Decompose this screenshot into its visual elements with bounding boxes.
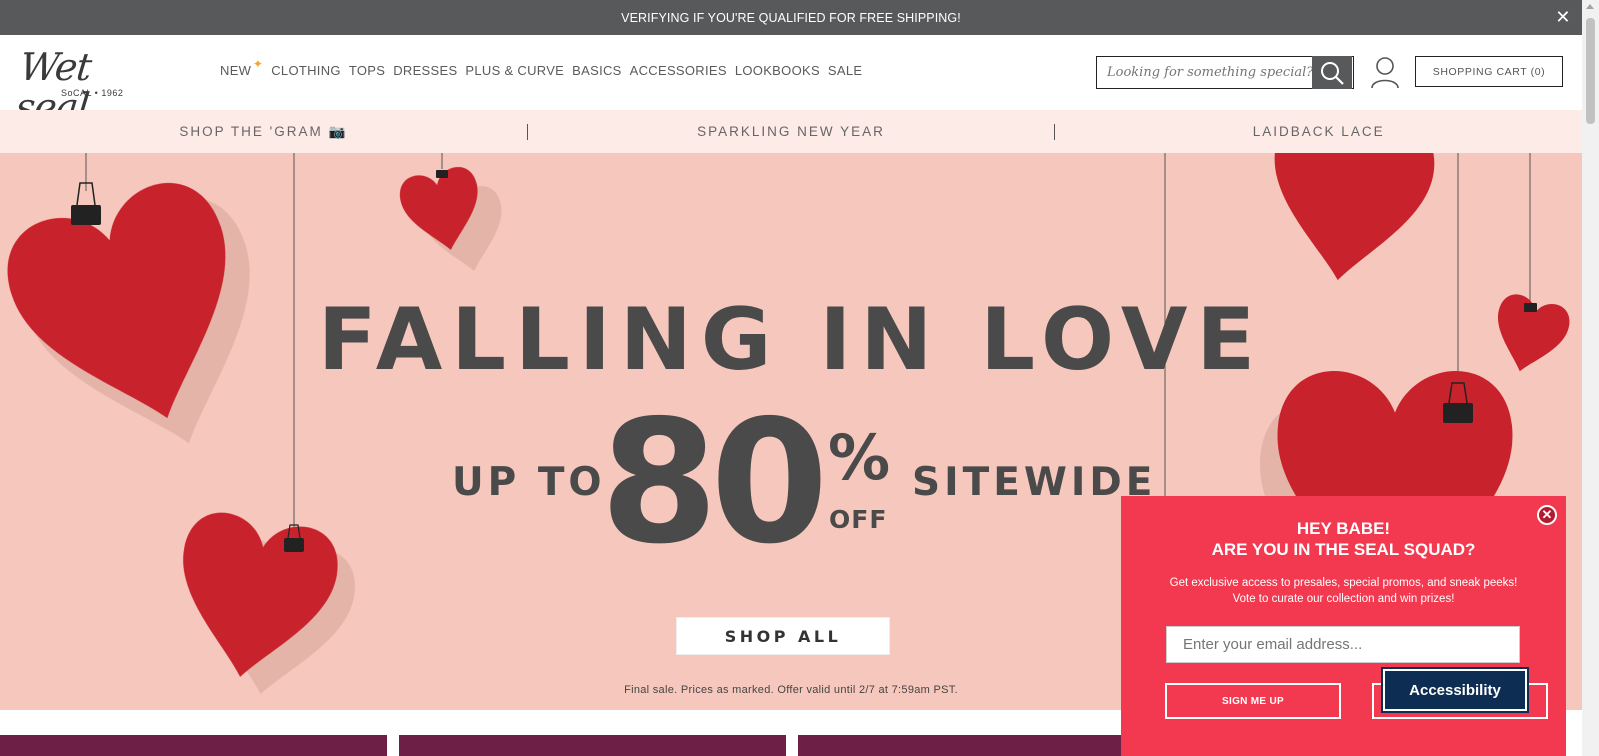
search-input[interactable] (1097, 57, 1312, 88)
hero-percent: % (828, 421, 891, 494)
wet-seal-logo[interactable]: Wet seal SoCAL • 1962 (14, 45, 163, 129)
category-tile[interactable] (798, 735, 1128, 756)
hero-headline: FALLING IN LOVE (317, 290, 1265, 390)
search-box (1096, 56, 1354, 89)
shipping-announcement-bar: VERIFYING IF YOU'RE QUALIFIED FOR FREE S… (0, 0, 1582, 35)
nav-item-basics[interactable]: BASICS (572, 63, 621, 78)
nav-item-label: NEW (220, 63, 252, 78)
account-button[interactable] (1369, 55, 1401, 89)
hero-sitewide: SITEWIDE (912, 460, 1157, 505)
shopping-cart-button[interactable]: SHOPPING CART (0) (1415, 56, 1563, 87)
newsletter-signup-popup: ✕ HEY BABE! ARE YOU IN THE SEAL SQUAD? G… (1121, 496, 1566, 756)
nav-item-dresses[interactable]: DRESSES (393, 63, 457, 78)
page-scrollbar[interactable] (1582, 0, 1599, 756)
search-icon (1321, 61, 1344, 85)
promo-link-shop-the-gram[interactable]: SHOP THE 'GRAM 📷 (0, 124, 527, 140)
hero-discount-number: 80 (600, 384, 829, 582)
nav-item-new[interactable]: NEW ✦ (220, 57, 263, 78)
popup-body-line2: Vote to curate our collection and win pr… (1232, 593, 1455, 605)
shop-all-button[interactable]: SHOP ALL (676, 617, 890, 655)
sign-me-up-button[interactable]: SIGN ME UP (1165, 683, 1341, 719)
new-star-icon: ✦ (252, 57, 264, 71)
user-icon (1371, 57, 1399, 89)
accessibility-button[interactable]: Accessibility (1381, 667, 1529, 713)
nav-item-tops[interactable]: TOPS (349, 63, 385, 78)
email-field[interactable] (1166, 626, 1520, 663)
hero-off: OFF (829, 505, 888, 534)
nav-item-accessories[interactable]: ACCESSORIES (630, 63, 727, 78)
close-icon[interactable]: ✕ (1554, 8, 1572, 26)
category-tile[interactable] (399, 735, 786, 756)
main-nav: NEW ✦ CLOTHING TOPS DRESSES PLUS & CURVE… (220, 57, 870, 78)
popup-body: Get exclusive access to presales, specia… (1121, 575, 1566, 607)
popup-body-line1: Get exclusive access to presales, specia… (1169, 577, 1518, 589)
nav-item-lookbooks[interactable]: LOOKBOOKS (735, 63, 820, 78)
promo-link-bar: SHOP THE 'GRAM 📷 SPARKLING NEW YEAR LAID… (0, 110, 1582, 153)
nav-item-sale[interactable]: SALE (828, 63, 862, 78)
nav-item-clothing[interactable]: CLOTHING (271, 63, 341, 78)
scrollbar-thumb[interactable] (1586, 18, 1595, 124)
popup-title-line2: ARE YOU IN THE SEAL SQUAD? (1211, 540, 1476, 559)
shipping-message: VERIFYING IF YOU'RE QUALIFIED FOR FREE S… (621, 10, 961, 25)
nav-item-plus-curve[interactable]: PLUS & CURVE (465, 63, 564, 78)
search-button[interactable] (1312, 56, 1352, 89)
popup-title-line1: HEY BABE! (1296, 519, 1391, 538)
promo-link-sparkling-new-year[interactable]: SPARKLING NEW YEAR (528, 124, 1055, 139)
hero-up-to: UP TO (452, 460, 606, 505)
popup-title: HEY BABE! ARE YOU IN THE SEAL SQUAD? (1121, 518, 1566, 560)
site-header: Wet seal SoCAL • 1962 NEW ✦ CLOTHING TOP… (0, 35, 1582, 129)
scroll-up-arrow-icon[interactable] (1586, 4, 1594, 9)
logo-tagline: SoCAL • 1962 (61, 88, 124, 98)
promo-link-laidback-lace[interactable]: LAIDBACK LACE (1055, 124, 1582, 139)
category-tile[interactable] (0, 735, 387, 756)
